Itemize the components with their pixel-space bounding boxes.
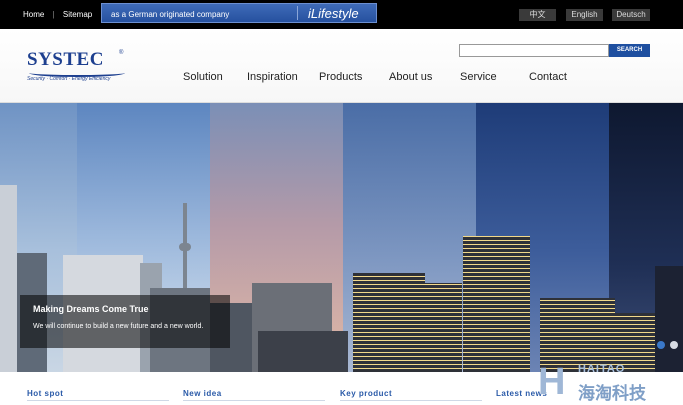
ilifestyle-logo: iLifestyle: [308, 6, 359, 21]
nav-inspiration[interactable]: Inspiration: [247, 71, 298, 83]
ilifestyle-promo-banner[interactable]: as a German originated company iLifestyl…: [101, 3, 377, 23]
section-new-idea[interactable]: New idea: [183, 389, 222, 398]
nav-solution[interactable]: Solution: [183, 71, 223, 83]
section-underline: [340, 400, 482, 401]
watermark-line1: HAITAO: [578, 363, 626, 375]
search-button[interactable]: SEARCH: [609, 44, 650, 57]
sitemap-link[interactable]: Sitemap: [63, 10, 92, 19]
section-hot-spot[interactable]: Hot spot: [27, 389, 63, 398]
promo-divider: [297, 6, 298, 20]
nav-service[interactable]: Service: [460, 71, 497, 83]
nav-products[interactable]: Products: [319, 71, 362, 83]
lang-english-button[interactable]: English: [566, 9, 603, 21]
slide-indicator[interactable]: [670, 341, 678, 349]
watermark-line2: 海淘科技: [578, 384, 646, 403]
systec-logo[interactable]: SYSTEC ® Security · Comfort · Energy Eff…: [27, 49, 125, 82]
home-link[interactable]: Home: [23, 10, 44, 19]
top-links: Home | Sitemap: [23, 10, 92, 19]
lit-building: [463, 236, 530, 372]
section-key-product[interactable]: Key product: [340, 389, 392, 398]
logo-tagline: Security · Comfort · Energy Efficiency: [27, 76, 111, 82]
slide-indicator-active[interactable]: [657, 341, 665, 349]
lang-chinese-button[interactable]: 中文: [519, 9, 556, 21]
hero-subtitle: We will continue to build a new future a…: [33, 323, 204, 330]
lit-building: [420, 283, 462, 372]
logo-registered-mark: ®: [119, 50, 124, 56]
building: [655, 266, 683, 372]
lang-deutsch-button[interactable]: Deutsch: [612, 9, 650, 21]
building: [258, 331, 348, 372]
logo-wordmark: SYSTEC: [27, 49, 104, 70]
building: [0, 185, 17, 372]
section-underline: [183, 400, 325, 401]
hero-caption: Making Dreams Come True We will continue…: [20, 295, 230, 348]
promo-text: as a German originated company: [111, 10, 230, 19]
lit-building: [353, 273, 425, 372]
hero-title: Making Dreams Come True: [33, 304, 149, 314]
nav-contact[interactable]: Contact: [529, 71, 567, 83]
haitao-watermark: H HAITAO 海淘科技: [538, 361, 683, 405]
search-input[interactable]: [459, 44, 609, 57]
watermark-letter: H: [538, 361, 566, 403]
section-underline: [27, 400, 169, 401]
nav-about-us[interactable]: About us: [389, 71, 432, 83]
cn-tower-pod: [179, 243, 191, 251]
top-link-separator: |: [52, 10, 55, 19]
